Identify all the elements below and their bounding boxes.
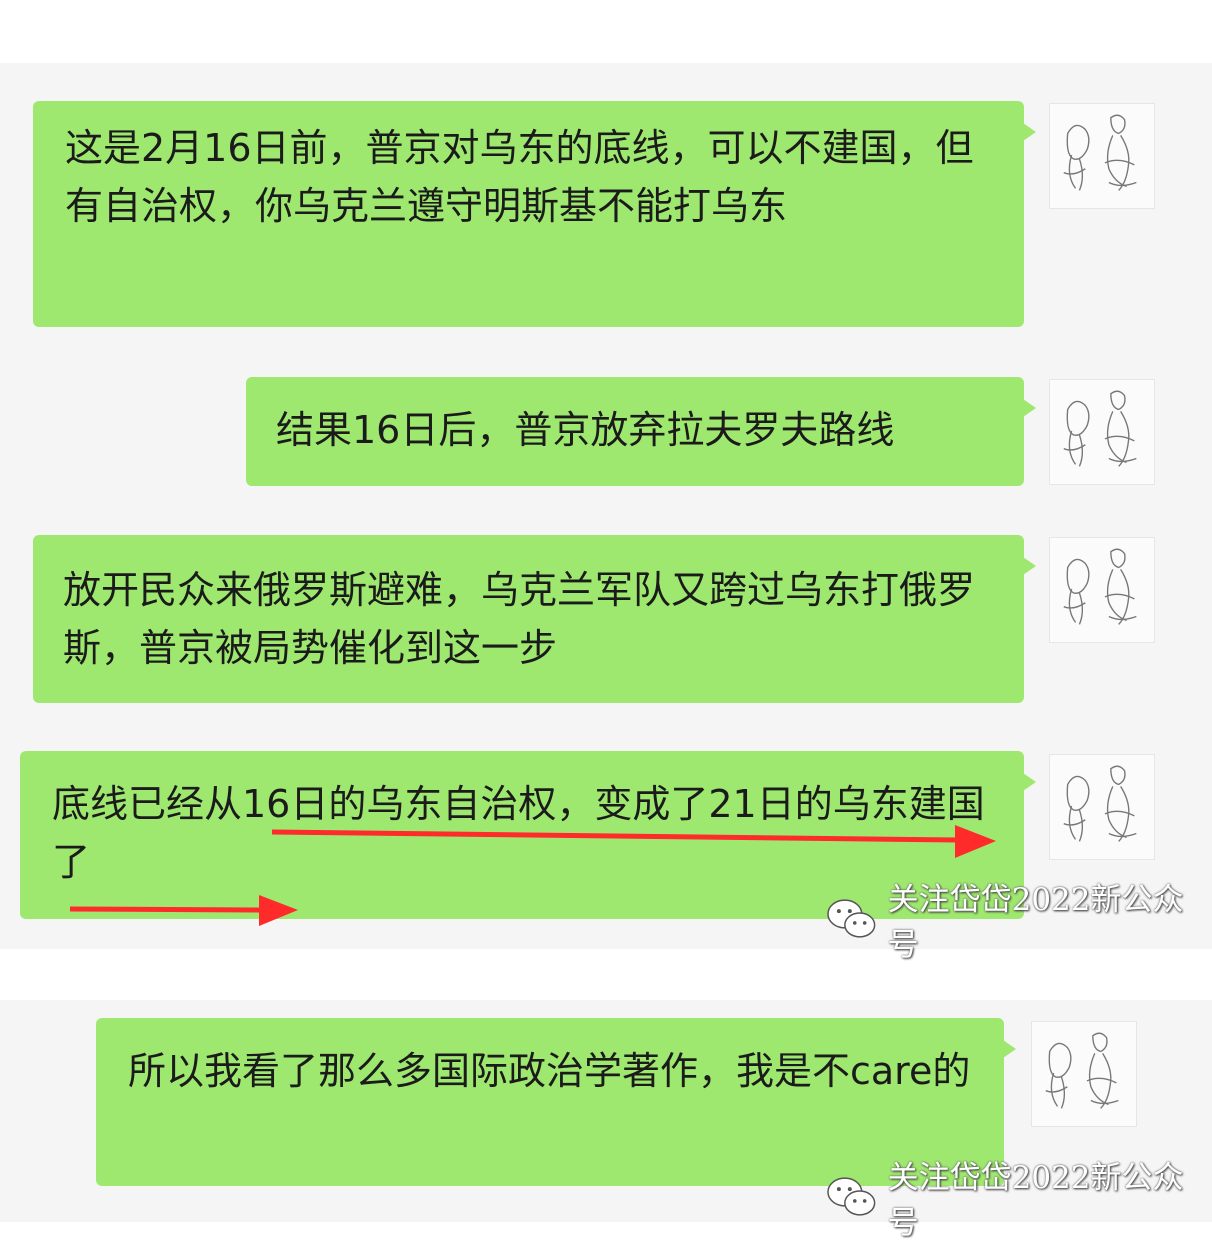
wechat-icon — [827, 899, 876, 938]
message-bubble-3[interactable]: 放开民众来俄罗斯避难，乌克兰军队又跨过乌东打俄罗斯，普京被局势催化到这一步 — [33, 535, 1036, 703]
wechat-icon — [827, 1177, 876, 1216]
watermark: 关注岱岱2022新公众号 — [826, 874, 1212, 964]
avatar-sketch-icon — [1063, 390, 1137, 467]
message-text: 底线已经从16日的乌东自治权，变成了21日的乌东建国了 — [52, 782, 985, 884]
avatar[interactable] — [1031, 1021, 1137, 1127]
message-text: 所以我看了那么多国际政治学著作，我是不care的 — [128, 1049, 971, 1093]
watermark-text: 关注岱岱2022新公众号 — [887, 882, 1184, 963]
message-text: 这是2月16日前，普京对乌东的底线，可以不建国，但有自治权，你乌克兰遵守明斯基不… — [65, 126, 974, 228]
message-bubble-2[interactable]: 结果16日后，普京放弃拉夫罗夫路线 — [246, 377, 1036, 486]
avatar[interactable] — [1049, 103, 1155, 209]
avatar-sketch-icon — [1045, 1032, 1119, 1109]
avatar-sketch-icon — [1063, 114, 1137, 191]
avatar-sketch-icon — [1063, 765, 1137, 842]
avatar[interactable] — [1049, 754, 1155, 860]
avatar[interactable] — [1049, 379, 1155, 485]
message-text: 放开民众来俄罗斯避难，乌克兰军队又跨过乌东打俄罗斯，普京被局势催化到这一步 — [63, 568, 976, 670]
avatar-sketch-icon — [1063, 548, 1137, 625]
avatar[interactable] — [1049, 537, 1155, 643]
message-bubble-1[interactable]: 这是2月16日前，普京对乌东的底线，可以不建国，但有自治权，你乌克兰遵守明斯基不… — [33, 101, 1036, 327]
message-text: 结果16日后，普京放弃拉夫罗夫路线 — [276, 408, 895, 452]
watermark-text: 关注岱岱2022新公众号 — [887, 1160, 1184, 1241]
watermark: 关注岱岱2022新公众号 — [826, 1152, 1212, 1242]
